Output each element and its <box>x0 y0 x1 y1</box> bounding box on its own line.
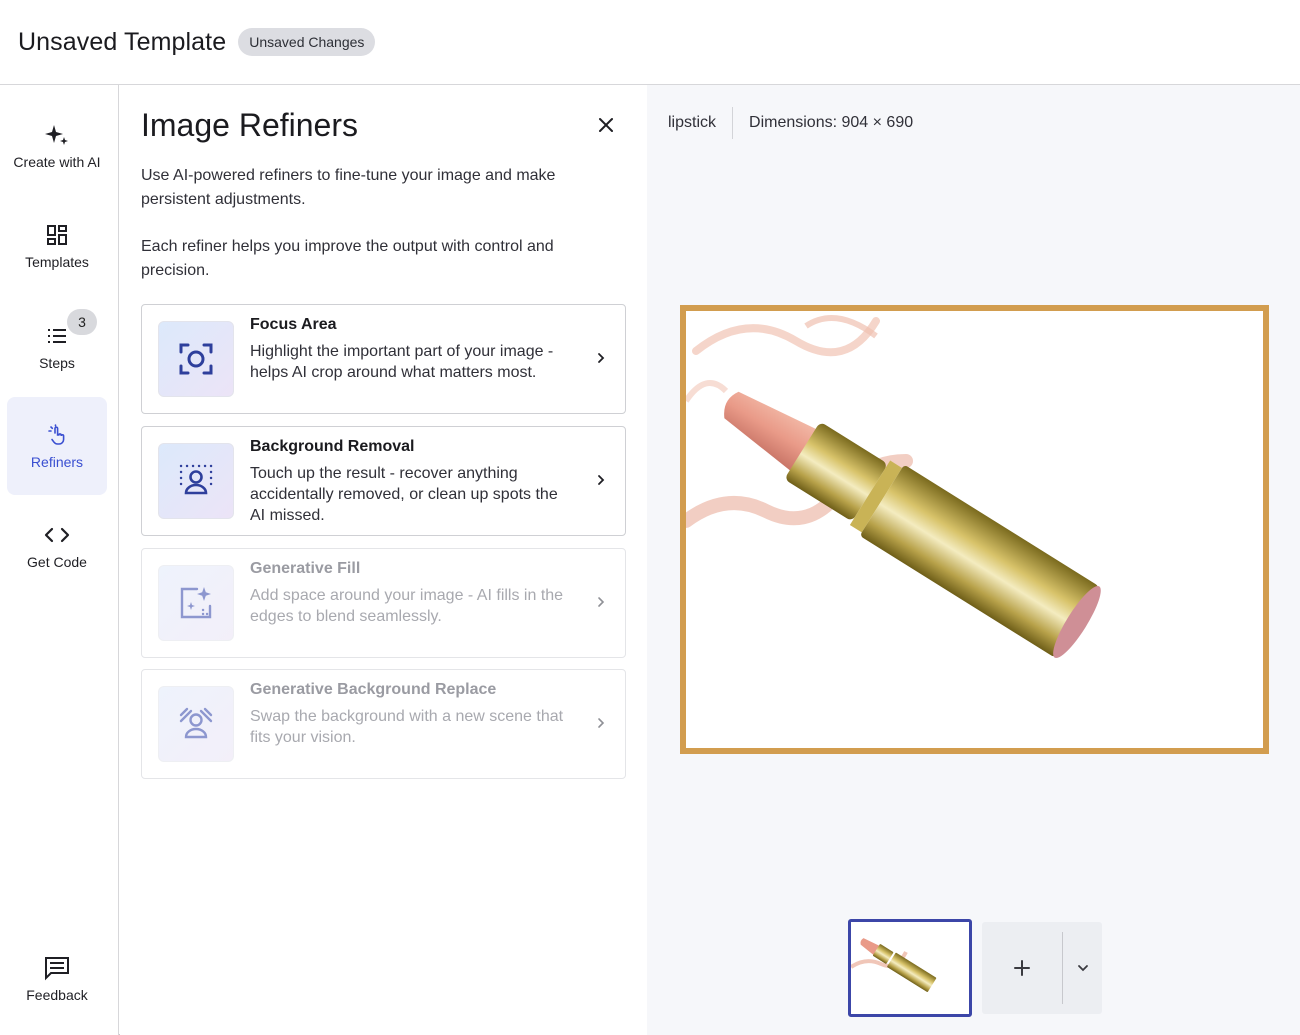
image-name: lipstick <box>668 114 717 131</box>
lipstick-image <box>686 311 1263 748</box>
steps-count-badge: 3 <box>67 309 97 335</box>
variant-thumbnail-selected[interactable] <box>848 919 972 1017</box>
nav-label: Feedback <box>26 987 88 1003</box>
close-button[interactable] <box>594 113 618 137</box>
card-description: Swap the background with a new scene tha… <box>250 708 564 746</box>
chevron-right-icon <box>598 718 605 728</box>
card-title: Generative Fill <box>250 560 361 577</box>
chevron-right-icon <box>598 353 605 363</box>
refiner-card-generative-fill[interactable]: Generative Fill Add space around your im… <box>141 548 626 658</box>
add-variant-dropdown[interactable] <box>1063 922 1102 1014</box>
person-dotted-icon <box>158 443 234 519</box>
close-icon <box>599 118 613 132</box>
meta-divider <box>732 107 734 139</box>
plus-icon <box>1014 960 1030 976</box>
card-description: Highlight the important part of your ima… <box>250 343 554 381</box>
nav-refiners[interactable]: Refiners <box>7 397 107 495</box>
add-variant-button[interactable] <box>982 922 1062 1014</box>
sparkle-icon <box>44 122 70 148</box>
nav-get-code[interactable]: Get Code <box>7 497 107 595</box>
panel-title: Image Refiners <box>141 107 358 143</box>
card-title: Background Removal <box>250 438 415 455</box>
refiner-card-background-removal[interactable]: Background Removal Touch up the result -… <box>141 426 626 536</box>
template-title: Unsaved Template <box>18 27 227 56</box>
list-icon <box>45 323 69 349</box>
chevron-right-icon <box>598 475 605 485</box>
focus-frame[interactable] <box>680 305 1269 754</box>
nav-label: Templates <box>25 254 89 270</box>
feedback-icon <box>44 955 70 981</box>
add-variant-group <box>982 922 1102 1014</box>
header: Unsaved Template Unsaved Changes <box>0 0 1300 85</box>
refiner-card-focus-area[interactable]: Focus Area Highlight the important part … <box>141 304 626 414</box>
nav-create-with-ai[interactable]: Create with AI <box>7 97 107 195</box>
panel-description: Each refiner helps you improve the outpu… <box>141 238 554 279</box>
pointer-click-icon <box>46 422 68 448</box>
nav-label: Create with AI <box>13 154 101 170</box>
nav-label: Refiners <box>30 454 84 470</box>
chevron-right-icon <box>598 597 605 607</box>
refiner-card-generative-background-replace[interactable]: Generative Background Replace Swap the b… <box>141 669 626 779</box>
chevron-down-icon <box>1077 965 1088 972</box>
focus-icon <box>158 321 234 397</box>
nav-label: Get Code <box>27 554 87 570</box>
card-title: Generative Background Replace <box>250 681 497 698</box>
refiners-panel: Image Refiners Use AI-powered refiners t… <box>120 85 647 1035</box>
nav-label: Steps <box>39 355 75 371</box>
image-canvas: lipstick Dimensions: 904 × 690 <box>647 85 1300 1035</box>
image-meta: lipstick Dimensions: 904 × 690 <box>668 107 913 139</box>
grid-icon <box>45 222 69 248</box>
sidebar-nav: Create with AI Templates Steps 3 Refiner… <box>0 85 119 1035</box>
image-dimensions: Dimensions: 904 × 690 <box>749 114 914 131</box>
code-icon <box>44 522 70 548</box>
nav-templates[interactable]: Templates <box>7 197 107 295</box>
person-replace-icon <box>158 686 234 762</box>
card-description: Add space around your image - AI fills i… <box>250 587 564 625</box>
expand-sparkle-icon <box>158 565 234 641</box>
lipstick-thumbnail <box>851 922 969 1014</box>
nav-feedback[interactable]: Feedback <box>7 930 107 1028</box>
card-title: Focus Area <box>250 316 337 333</box>
panel-description: Use AI-powered refiners to fine-tune you… <box>141 167 556 208</box>
unsaved-badge: Unsaved Changes <box>238 28 376 56</box>
card-description: Touch up the result - recover anything a… <box>250 465 558 524</box>
